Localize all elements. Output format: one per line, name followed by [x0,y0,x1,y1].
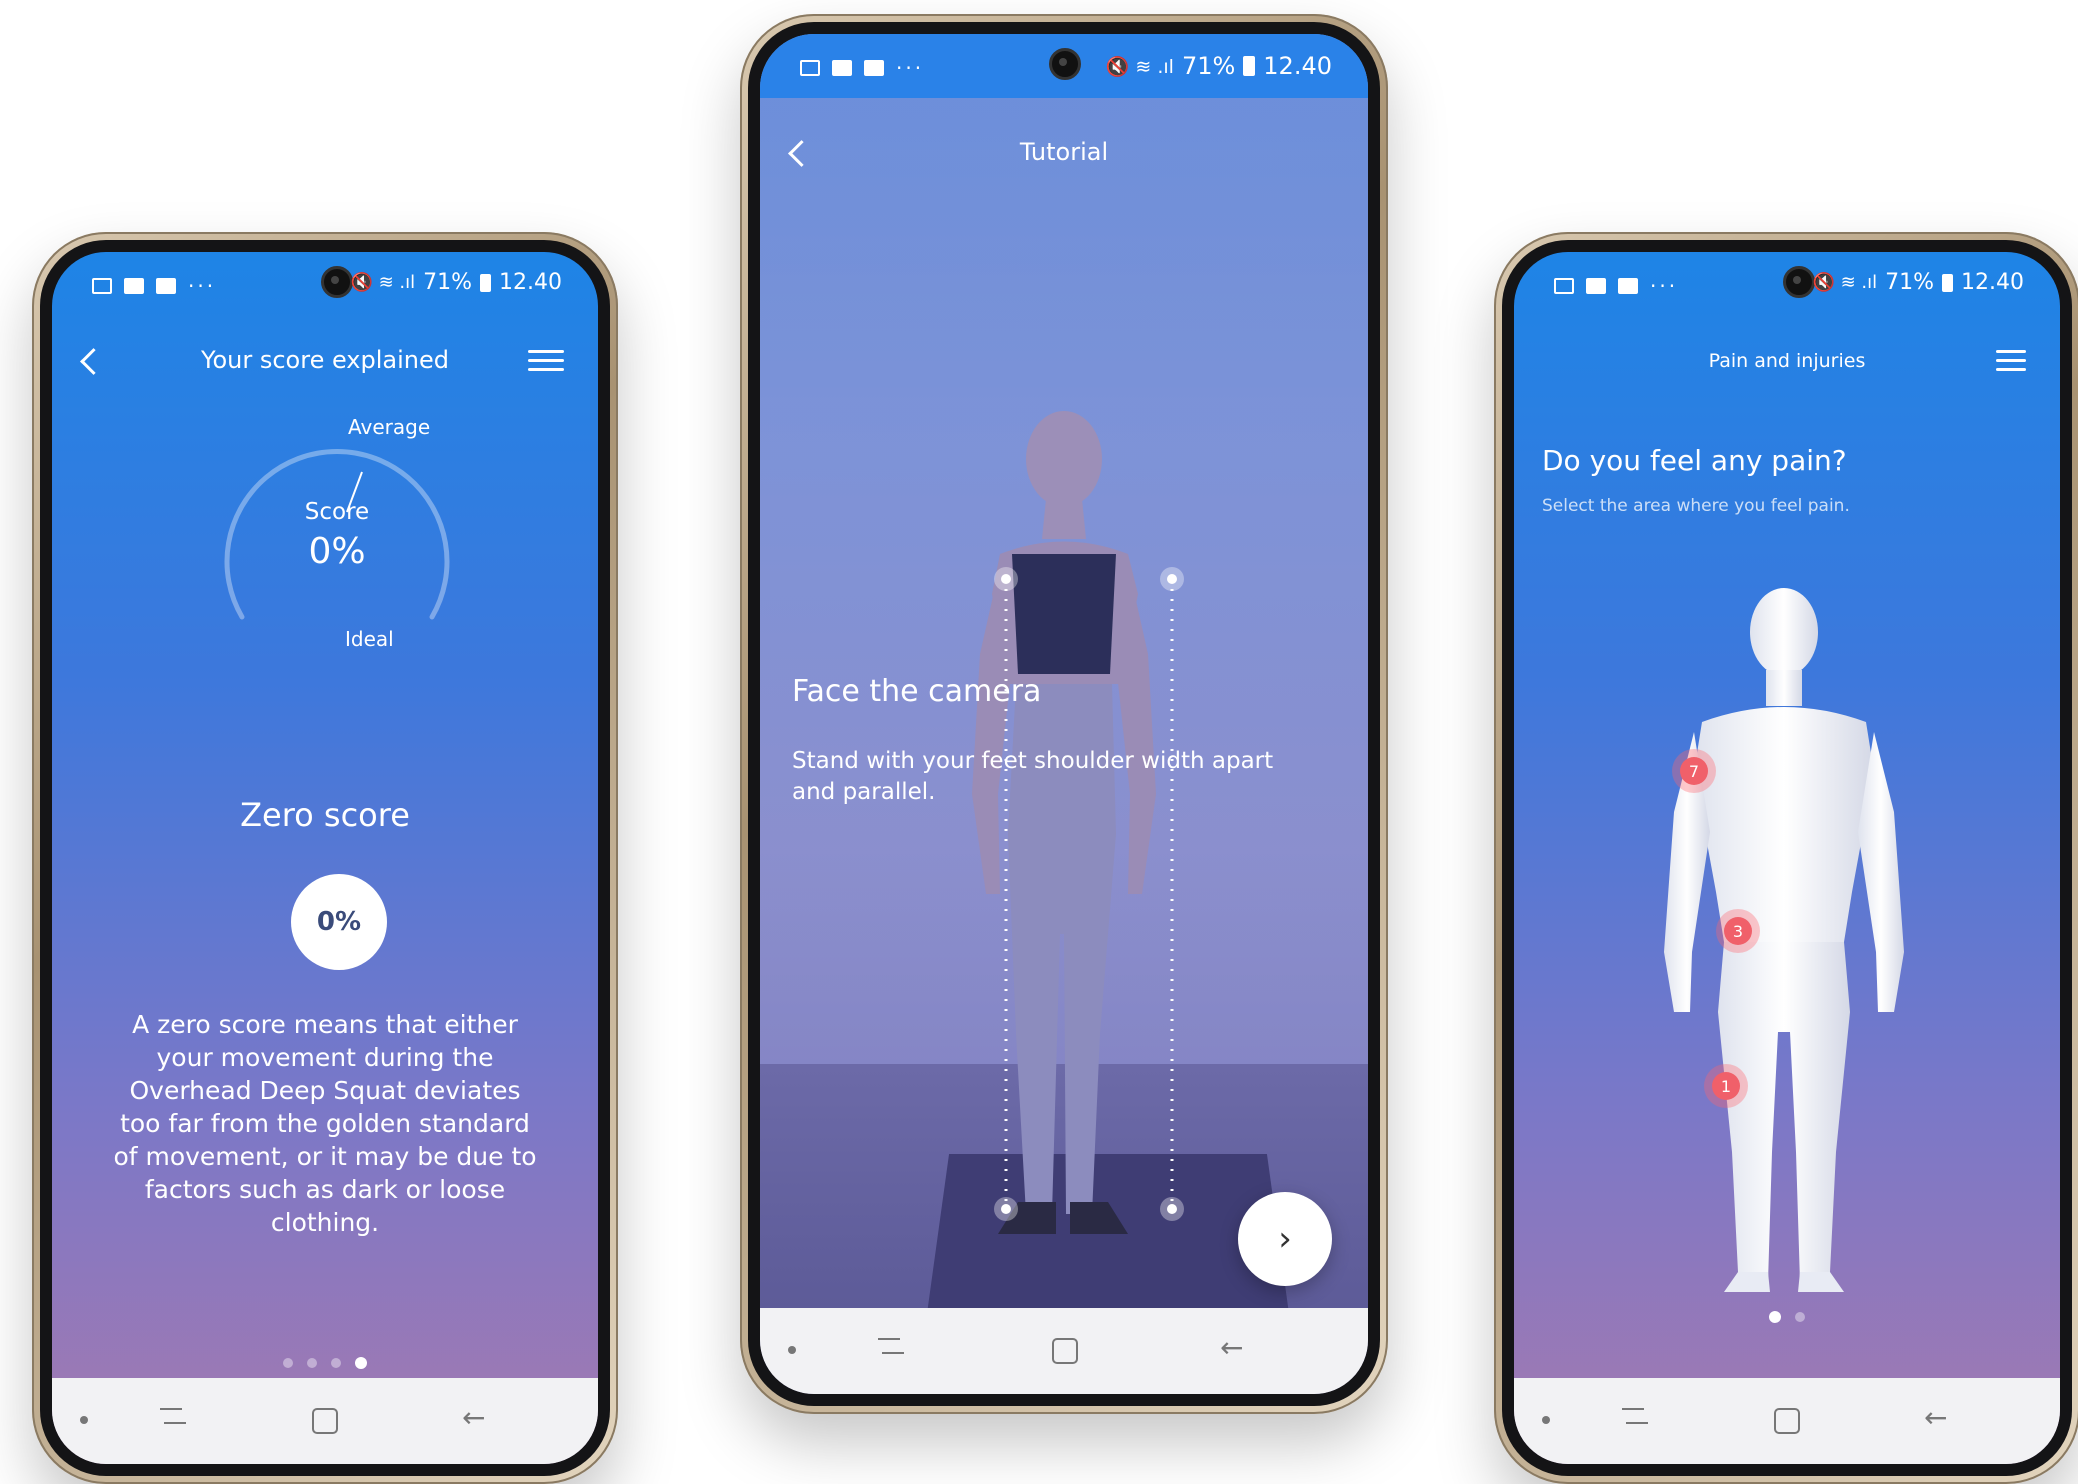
gallery-icon [800,60,820,76]
body-model[interactable] [1514,252,2060,1464]
front-camera [321,266,353,298]
nav-dot-icon [80,1416,88,1424]
score-badge-value: 0% [316,907,362,937]
recent-apps-icon[interactable] [1622,1408,1648,1428]
gauge-ideal-label: Ideal [345,627,394,651]
page-dot[interactable] [283,1358,293,1368]
facebook-icon [124,278,144,294]
gauge-score-value: 0% [308,531,366,572]
home-icon[interactable] [1052,1338,1078,1364]
battery-icon [1243,56,1256,76]
more-notifications-icon: ··· [188,274,217,298]
battery-percent: 71% [423,270,473,295]
page-dot[interactable] [331,1358,341,1368]
score-gauge: Average Score 0% Ideal [212,415,462,667]
battery-percent: 71% [1181,52,1236,80]
person-figure [972,411,1184,1234]
status-right: 🔇 ≋ .ıl 71% 12.40 [1106,52,1332,80]
pain-marker[interactable]: 7 [1672,749,1716,793]
gauge-average-label: Average [348,415,431,439]
recent-apps-icon[interactable] [878,1338,904,1358]
title-bar: Tutorial [760,124,1368,184]
gauge-score-label: Score [304,499,370,525]
phone-pain-injuries: ··· 🔇 ≋ .ıl 71% 12.40 Pain and injuries … [1494,232,2078,1484]
home-icon[interactable] [312,1408,338,1434]
score-badge: 0% [291,874,387,970]
pain-marker[interactable]: 1 [1704,1064,1748,1108]
section-heading: Zero score [240,796,410,834]
message-icon [156,278,176,294]
page-dot-active[interactable] [355,1357,367,1369]
chevron-right-icon: › [1278,1219,1292,1259]
battery-icon [480,273,492,292]
signal-icons: 🔇 ≋ .ıl [350,272,416,293]
page-title: Your score explained [200,346,449,374]
back-icon[interactable]: ← [1924,1404,1948,1432]
pain-marker-label: 3 [1724,917,1752,945]
signal-icons: 🔇 ≋ .ıl [1105,55,1174,78]
page-indicator [52,1357,598,1369]
more-notifications-icon: ··· [896,56,925,80]
message-icon [864,60,884,76]
clock: 12.40 [1263,52,1332,80]
screen: ··· 🔇 ≋ .ıl 71% 12.40 Your score explain… [52,252,598,1464]
hamburger-menu-icon[interactable] [528,350,564,374]
pain-marker-label: 1 [1712,1072,1740,1100]
next-button[interactable]: › [1238,1192,1332,1286]
page-title: Tutorial [1019,138,1109,166]
nav-dot-icon [788,1346,796,1354]
screen: ··· 🔇 ≋ .ıl 71% 12.40 Pain and injuries … [1514,252,2060,1464]
system-nav-bar: ← [1514,1378,2060,1464]
status-bar: ··· 🔇 ≋ .ıl 71% 12.40 [760,34,1368,98]
screen: ··· 🔇 ≋ .ıl 71% 12.40 Tutorial Face the … [760,34,1368,1394]
pain-marker[interactable]: 3 [1716,909,1760,953]
status-right: 🔇 ≋ .ıl 71% 12.40 [350,270,562,295]
explanation-text: A zero score means that either your move… [113,1010,537,1237]
instruction-heading: Face the camera [792,674,1042,709]
page-dot[interactable] [307,1358,317,1368]
phone-tutorial: ··· 🔇 ≋ .ıl 71% 12.40 Tutorial Face the … [740,14,1388,1414]
pain-marker-label: 7 [1680,757,1708,785]
notification-icons: ··· [800,56,924,80]
recent-apps-icon[interactable] [160,1408,186,1428]
system-nav-bar: ← [52,1378,598,1464]
title-bar: Your score explained [52,332,598,392]
front-camera [1049,48,1081,80]
system-nav-bar: ← [760,1308,1368,1394]
home-icon[interactable] [1774,1408,1800,1434]
gallery-icon [92,278,112,294]
page-dot[interactable] [1795,1312,1805,1322]
status-bar: ··· 🔇 ≋ .ıl 71% 12.40 [52,252,598,316]
page-indicator [1514,1311,2060,1323]
clock: 12.40 [499,270,562,295]
notification-icons: ··· [92,274,216,298]
back-icon[interactable]: ← [462,1404,486,1432]
nav-dot-icon [1542,1416,1550,1424]
facebook-icon [832,60,852,76]
phone-score-explained: ··· 🔇 ≋ .ıl 71% 12.40 Your score explain… [32,232,618,1484]
instruction-text: Stand with your feet shoulder width apar… [792,748,1274,805]
page-dot-active[interactable] [1769,1311,1781,1323]
back-icon[interactable]: ← [1220,1334,1244,1362]
